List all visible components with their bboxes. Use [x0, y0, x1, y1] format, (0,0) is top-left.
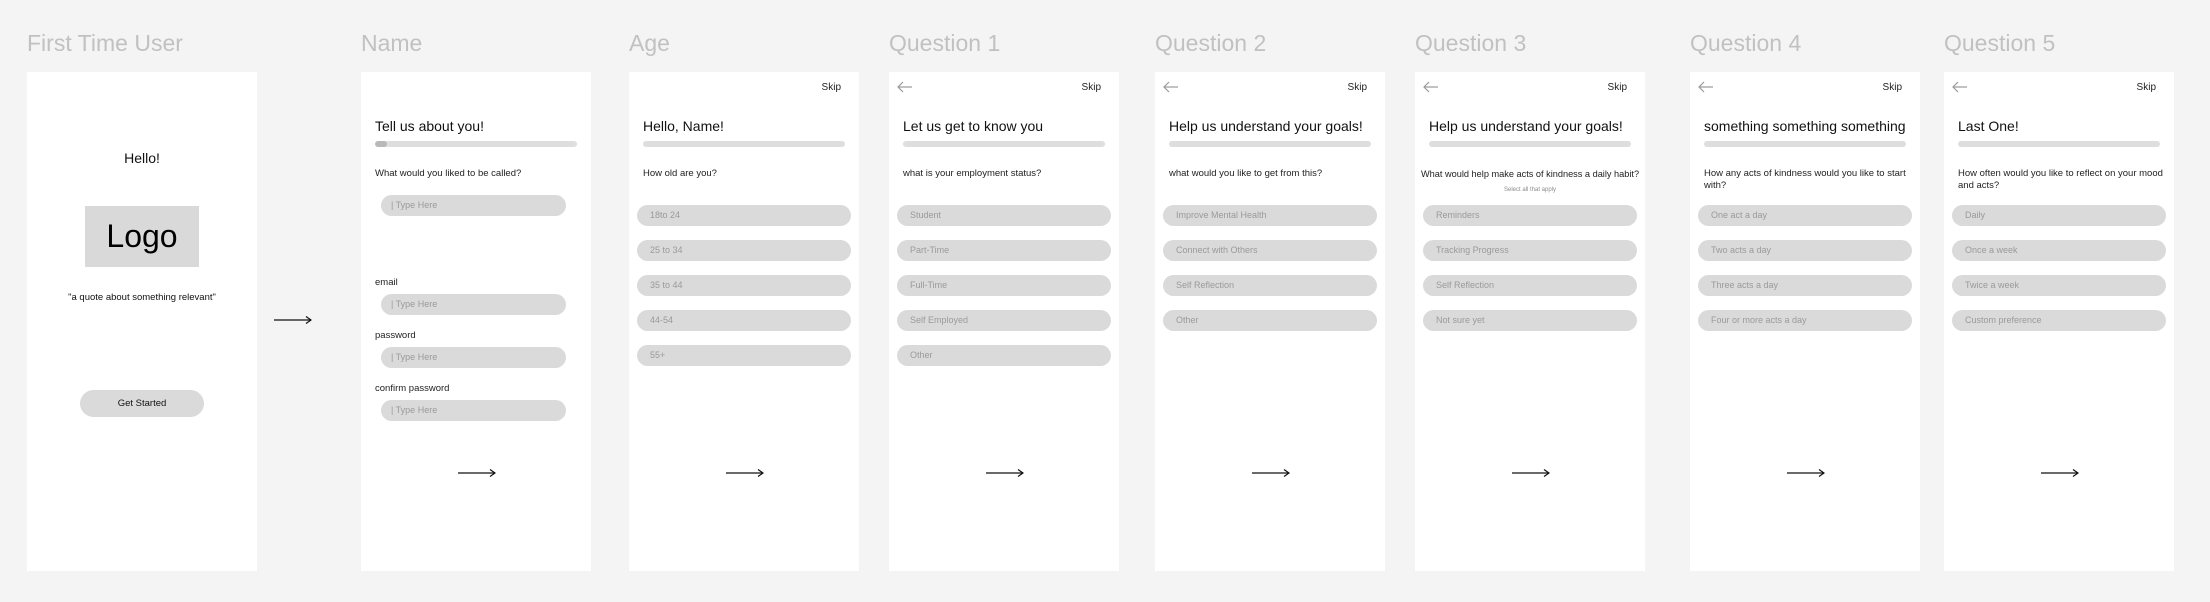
option-pill[interactable]: Daily	[1952, 205, 2166, 226]
option-pill[interactable]: Improve Mental Health	[1163, 205, 1377, 226]
first-time-user-screen: Hello! Logo "a quote about something rel…	[27, 72, 257, 571]
select-hint: Select all that apply	[1503, 187, 1557, 193]
option-pill[interactable]: Twice a week	[1952, 275, 2166, 296]
option-pill[interactable]: 55+	[637, 345, 851, 366]
page-title: Last One!	[1958, 118, 2019, 134]
question-1-screen: Skip Let us get to know you what is your…	[889, 72, 1119, 571]
option-pill[interactable]: Reminders	[1423, 205, 1637, 226]
progress-fill	[375, 141, 388, 147]
next-arrow-icon[interactable]	[986, 468, 1024, 478]
page-title: Help us understand your goals!	[1429, 118, 1623, 134]
password-field[interactable]: | Type Here	[381, 347, 566, 368]
page-title: something something something	[1704, 118, 1906, 134]
progress-bar	[1958, 141, 2160, 147]
quote-text: "a quote about something relevant"	[68, 292, 216, 303]
age-screen: Skip Hello, Name! How old are you? 18to …	[629, 72, 859, 571]
option-pill[interactable]: Self Reflection	[1163, 275, 1377, 296]
back-arrow-icon[interactable]	[1952, 80, 1968, 94]
progress-bar	[1704, 141, 1906, 147]
skip-button[interactable]: Skip	[1082, 82, 1101, 93]
question-text: what would you like to get from this?	[1169, 168, 1323, 179]
question-text: How any acts of kindness would you like …	[1704, 168, 1906, 191]
progress-bar	[643, 141, 845, 147]
option-pill[interactable]: Full-Time	[897, 275, 1111, 296]
option-pill[interactable]: Two acts a day	[1698, 240, 1912, 261]
option-pill[interactable]: Four or more acts a day	[1698, 310, 1912, 331]
option-pill[interactable]: One act a day	[1698, 205, 1912, 226]
greeting-text: Hello!	[124, 150, 160, 166]
frame-title-question-1: Question 1	[889, 30, 1001, 56]
back-arrow-icon[interactable]	[1698, 80, 1714, 94]
progress-bar	[1429, 141, 1631, 147]
skip-button[interactable]: Skip	[822, 82, 841, 93]
skip-button[interactable]: Skip	[1883, 82, 1902, 93]
next-arrow-icon[interactable]	[726, 468, 764, 478]
back-arrow-icon[interactable]	[1163, 80, 1179, 94]
option-pill[interactable]: Connect with Others	[1163, 240, 1377, 261]
next-arrow-icon[interactable]	[1512, 468, 1550, 478]
question-2-screen: Skip Help us understand your goals! what…	[1155, 72, 1385, 571]
logo: Logo	[85, 206, 199, 267]
skip-button[interactable]: Skip	[2137, 82, 2156, 93]
option-pill[interactable]: 25 to 34	[637, 240, 851, 261]
option-pill[interactable]: Custom preference	[1952, 310, 2166, 331]
question-4-screen: Skip something something something How a…	[1690, 72, 1920, 571]
option-pill[interactable]: 18to 24	[637, 205, 851, 226]
progress-bar	[1169, 141, 1371, 147]
name-input[interactable]: | Type Here	[381, 195, 566, 216]
page-title: Let us get to know you	[903, 118, 1044, 134]
frame-title-question-3: Question 3	[1415, 30, 1527, 56]
password-label: password	[375, 330, 416, 341]
get-started-button[interactable]: Get Started	[80, 390, 204, 417]
option-pill[interactable]: Tracking Progress	[1423, 240, 1637, 261]
option-pill[interactable]: Student	[897, 205, 1111, 226]
progress-bar	[375, 141, 577, 147]
page-title: Hello, Name!	[643, 118, 724, 134]
option-pill[interactable]: Not sure yet	[1423, 310, 1637, 331]
question-3-screen: Skip Help us understand your goals! What…	[1415, 72, 1645, 571]
next-arrow-icon[interactable]	[1252, 468, 1290, 478]
option-pill[interactable]: Self Reflection	[1423, 275, 1637, 296]
question-text: How often would you like to reflect on y…	[1958, 168, 2163, 191]
flow-arrow-icon	[274, 316, 312, 324]
confirm-password-label: confirm password	[375, 383, 450, 394]
frame-title-first-time-user: First Time User	[27, 30, 183, 56]
option-pill[interactable]: Once a week	[1952, 240, 2166, 261]
option-pill[interactable]: Other	[897, 345, 1111, 366]
name-screen: Tell us about you! What would you liked …	[361, 72, 591, 571]
question-text: How old are you?	[643, 168, 717, 179]
confirm-password-field[interactable]: | Type Here	[381, 400, 566, 421]
frame-title-question-5: Question 5	[1944, 30, 2056, 56]
question-text: What would you liked to be called?	[375, 168, 522, 179]
question-text: what is your employment status?	[903, 168, 1042, 179]
email-label: email	[375, 277, 398, 288]
option-pill[interactable]: 35 to 44	[637, 275, 851, 296]
option-pill[interactable]: Other	[1163, 310, 1377, 331]
next-arrow-icon[interactable]	[2041, 468, 2079, 478]
page-title: Tell us about you!	[375, 118, 484, 134]
next-arrow-icon[interactable]	[1787, 468, 1825, 478]
option-pill[interactable]: Part-Time	[897, 240, 1111, 261]
frame-title-age: Age	[629, 30, 670, 56]
skip-button[interactable]: Skip	[1348, 82, 1367, 93]
next-arrow-icon[interactable]	[458, 468, 496, 478]
option-pill[interactable]: Self Employed	[897, 310, 1111, 331]
page-title: Help us understand your goals!	[1169, 118, 1363, 134]
question-5-screen: Skip Last One! How often would you like …	[1944, 72, 2174, 571]
email-field[interactable]: | Type Here	[381, 294, 566, 315]
progress-bar	[903, 141, 1105, 147]
frame-title-question-2: Question 2	[1155, 30, 1267, 56]
option-pill[interactable]: Three acts a day	[1698, 275, 1912, 296]
question-text: What would help make acts of kindness a …	[1421, 169, 1640, 179]
frame-title-question-4: Question 4	[1690, 30, 1802, 56]
back-arrow-icon[interactable]	[897, 80, 913, 94]
skip-button[interactable]: Skip	[1608, 82, 1627, 93]
back-arrow-icon[interactable]	[1423, 80, 1439, 94]
option-pill[interactable]: 44-54	[637, 310, 851, 331]
frame-title-name: Name	[361, 30, 423, 56]
